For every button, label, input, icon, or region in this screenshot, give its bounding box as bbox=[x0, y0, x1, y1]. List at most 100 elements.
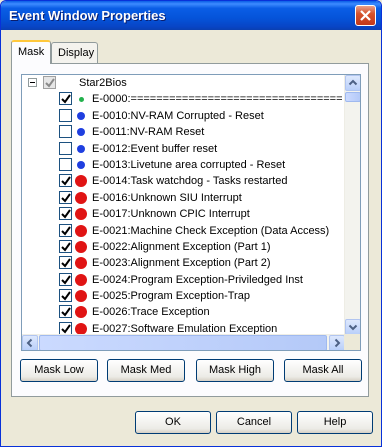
event-label: E-0017:Unknown CPIC Interrupt bbox=[92, 208, 250, 221]
event-tree[interactable]: Star2Bios E-0000:=======================… bbox=[21, 74, 361, 351]
checkmark-icon bbox=[61, 209, 71, 219]
mask-high-button[interactable]: Mask High bbox=[196, 359, 274, 382]
event-checkbox[interactable] bbox=[59, 223, 72, 237]
chevron-left-icon bbox=[26, 338, 33, 348]
checkmark-icon bbox=[61, 275, 71, 285]
event-checkbox[interactable] bbox=[59, 289, 72, 303]
scroll-right-button[interactable] bbox=[329, 335, 345, 350]
chevron-down-icon bbox=[348, 324, 358, 331]
tree-item-row[interactable]: E-0010:NV-RAM Corrupted - Reset bbox=[22, 108, 345, 124]
tree-item-row[interactable]: E-0000:================================= bbox=[22, 91, 345, 107]
scroll-left-button[interactable] bbox=[22, 335, 38, 350]
vertical-scrollbar[interactable] bbox=[344, 75, 360, 335]
scrollbar-corner bbox=[344, 334, 360, 350]
close-button[interactable] bbox=[355, 5, 376, 26]
close-icon bbox=[360, 10, 371, 21]
checkmark-icon bbox=[61, 307, 71, 318]
checkmark-icon bbox=[45, 78, 55, 88]
tree-item-row[interactable]: E-0011:NV-RAM Reset bbox=[22, 124, 345, 140]
severity-dot-icon bbox=[75, 240, 87, 253]
tree-root-label: Star2Bios bbox=[79, 77, 127, 89]
severity-dot-icon bbox=[75, 191, 87, 204]
help-button[interactable]: Help bbox=[297, 411, 373, 434]
event-label: E-0000:================================= bbox=[92, 93, 343, 106]
tree-item-row[interactable]: E-0012:Event buffer reset bbox=[22, 141, 345, 157]
tab-display[interactable]: Display bbox=[51, 42, 98, 64]
tab-display-label: Display bbox=[58, 47, 95, 59]
scroll-up-button[interactable] bbox=[345, 75, 360, 91]
event-label: E-0022:Alignment Exception (Part 1) bbox=[92, 240, 271, 253]
event-checkbox[interactable] bbox=[59, 92, 72, 106]
ok-button[interactable]: OK bbox=[135, 411, 211, 434]
tree-item-row[interactable]: E-0023:Alignment Exception (Part 2) bbox=[22, 255, 345, 271]
tree-item-row[interactable]: E-0014:Task watchdog - Tasks restarted bbox=[22, 173, 345, 189]
tree-item-row[interactable]: E-0016:Unknown SIU Interrupt bbox=[22, 190, 345, 206]
event-label: E-0013:Livetune area corrupted - Reset bbox=[92, 158, 286, 171]
event-tree-rows: Star2Bios E-0000:=======================… bbox=[22, 75, 345, 335]
severity-dot-icon bbox=[78, 96, 84, 102]
mask-all-button[interactable]: Mask All bbox=[284, 359, 362, 382]
event-checkbox[interactable] bbox=[59, 272, 72, 286]
severity-dot-icon bbox=[75, 175, 87, 188]
tree-item-row[interactable]: E-0027:Software Emulation Exception bbox=[22, 321, 345, 335]
window-title: Event Window Properties bbox=[9, 8, 166, 23]
tab-mask[interactable]: Mask bbox=[11, 40, 51, 64]
checkmark-icon bbox=[61, 258, 71, 268]
checkmark-icon bbox=[61, 94, 71, 104]
event-label: E-0012:Event buffer reset bbox=[92, 142, 218, 155]
event-label: E-0026:Trace Exception bbox=[92, 306, 210, 319]
chevron-right-icon bbox=[334, 338, 341, 348]
title-bar[interactable]: Event Window Properties bbox=[1, 1, 381, 30]
checkmark-icon bbox=[61, 193, 71, 203]
mask-tab-panel: Star2Bios E-0000:=======================… bbox=[11, 63, 369, 397]
event-label: E-0023:Alignment Exception (Part 2) bbox=[92, 257, 271, 270]
vertical-scroll-thumb[interactable] bbox=[345, 92, 360, 102]
severity-dot-icon bbox=[77, 160, 85, 169]
event-label: E-0016:Unknown SIU Interrupt bbox=[92, 191, 242, 204]
event-checkbox[interactable] bbox=[59, 190, 72, 204]
event-checkbox[interactable] bbox=[59, 207, 72, 221]
event-window-properties-dialog: Event Window Properties Mask Display Sta… bbox=[0, 0, 382, 447]
chevron-up-icon bbox=[348, 79, 358, 86]
tree-item-row[interactable]: E-0026:Trace Exception bbox=[22, 304, 345, 320]
cancel-button[interactable]: Cancel bbox=[216, 411, 292, 434]
severity-dot-icon bbox=[77, 128, 85, 137]
event-label: E-0010:NV-RAM Corrupted - Reset bbox=[92, 109, 264, 122]
event-label: E-0021:Machine Check Exception (Data Acc… bbox=[92, 224, 330, 237]
checkmark-icon bbox=[61, 242, 71, 252]
mask-low-button[interactable]: Mask Low bbox=[20, 359, 98, 382]
tree-root-row[interactable]: Star2Bios bbox=[22, 75, 345, 91]
event-label: E-0024:Program Exception-Priviledged Ins… bbox=[92, 273, 303, 286]
collapse-icon[interactable] bbox=[28, 78, 37, 87]
tree-item-row[interactable]: E-0021:Machine Check Exception (Data Acc… bbox=[22, 223, 345, 239]
tree-item-row[interactable]: E-0025:Program Exception-Trap bbox=[22, 288, 345, 304]
severity-dot-icon bbox=[75, 273, 87, 286]
event-label: E-0025:Program Exception-Trap bbox=[92, 290, 250, 303]
event-checkbox[interactable] bbox=[59, 108, 72, 122]
scroll-down-button[interactable] bbox=[345, 319, 360, 335]
tree-item-row[interactable]: E-0017:Unknown CPIC Interrupt bbox=[22, 206, 345, 222]
tree-item-row[interactable]: E-0022:Alignment Exception (Part 1) bbox=[22, 239, 345, 255]
horizontal-scrollbar[interactable] bbox=[22, 334, 345, 350]
root-checkbox[interactable] bbox=[43, 76, 56, 89]
mask-med-button[interactable]: Mask Med bbox=[107, 359, 185, 382]
severity-dot-icon bbox=[75, 224, 87, 237]
severity-dot-icon bbox=[75, 306, 87, 319]
tab-mask-label: Mask bbox=[18, 46, 45, 58]
checkmark-icon bbox=[61, 291, 71, 301]
event-label: E-0011:NV-RAM Reset bbox=[92, 126, 205, 139]
checkmark-icon bbox=[61, 176, 71, 186]
event-checkbox[interactable] bbox=[59, 239, 72, 253]
event-checkbox[interactable] bbox=[59, 321, 72, 335]
event-checkbox[interactable] bbox=[59, 125, 72, 139]
event-checkbox[interactable] bbox=[59, 305, 72, 319]
event-checkbox[interactable] bbox=[59, 256, 72, 270]
checkmark-icon bbox=[61, 225, 71, 236]
event-checkbox[interactable] bbox=[59, 174, 72, 188]
event-checkbox[interactable] bbox=[59, 141, 72, 155]
tree-item-row[interactable]: E-0024:Program Exception-Priviledged Ins… bbox=[22, 272, 345, 288]
horizontal-scroll-thumb[interactable] bbox=[39, 335, 327, 350]
event-checkbox[interactable] bbox=[59, 157, 72, 171]
tree-item-row[interactable]: E-0013:Livetune area corrupted - Reset bbox=[22, 157, 345, 173]
severity-dot-icon bbox=[77, 111, 85, 120]
